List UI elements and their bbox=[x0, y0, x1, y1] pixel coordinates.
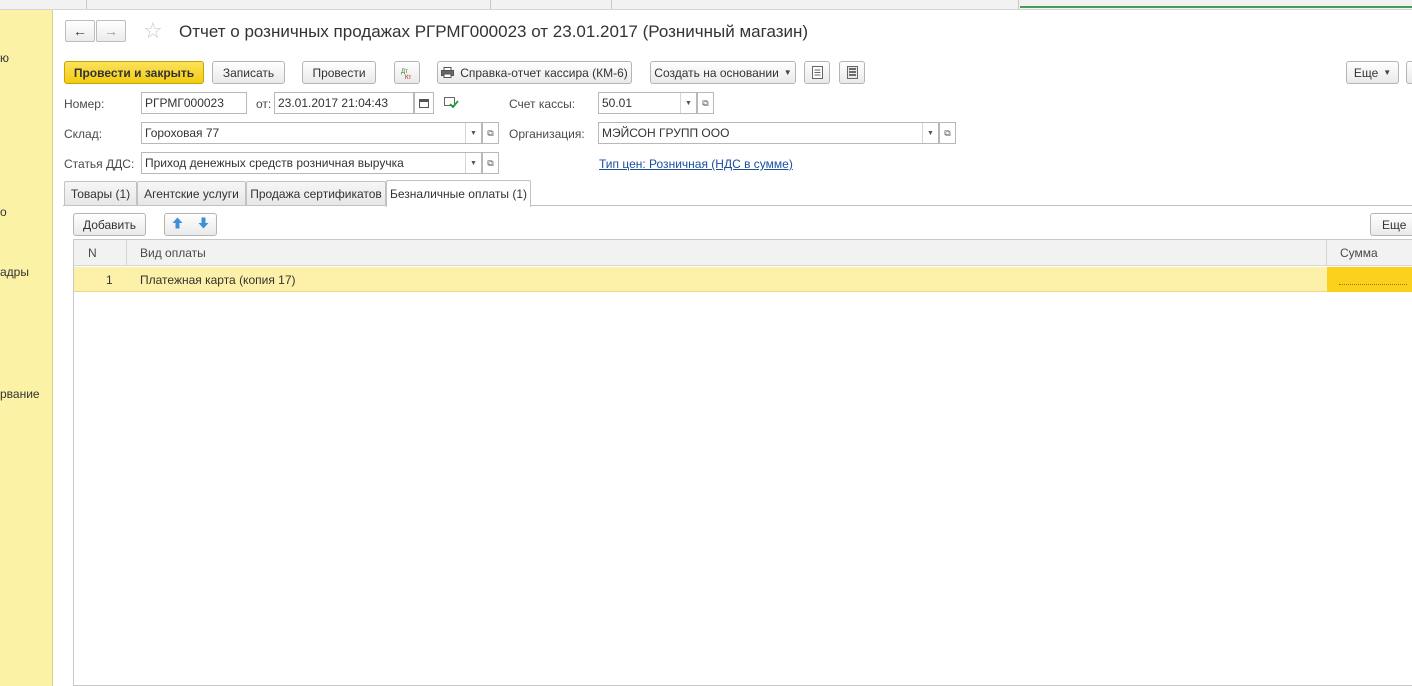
tab-separator bbox=[86, 0, 87, 9]
section-item[interactable]: адры bbox=[0, 265, 29, 279]
dds-value: Приход денежных средств розничная выручк… bbox=[145, 156, 404, 170]
table-row[interactable]: 1 Платежная карта (копия 17) bbox=[74, 267, 1412, 292]
create-based-on-label: Создать на основании bbox=[654, 65, 779, 80]
move-buttons-group bbox=[164, 213, 217, 236]
number-field[interactable]: РГРМГ000023 bbox=[141, 92, 247, 114]
open-dds-button[interactable]: ⧉ bbox=[482, 152, 499, 174]
active-tab-indicator bbox=[1020, 6, 1412, 8]
dt-kt-button[interactable]: Дт Кт bbox=[394, 61, 420, 84]
column-separator bbox=[126, 240, 127, 266]
move-up-button[interactable] bbox=[172, 217, 183, 232]
tab-goods[interactable]: Товары (1) bbox=[64, 181, 137, 206]
table-more-button[interactable]: Еще bbox=[1370, 213, 1412, 236]
date-label: от: bbox=[256, 97, 272, 111]
more-button[interactable]: Еще ▼ bbox=[1346, 61, 1399, 84]
document-structure-button[interactable] bbox=[804, 61, 830, 84]
open-cash-account-button[interactable]: ⧉ bbox=[697, 92, 714, 114]
open-organization-button[interactable]: ⧉ bbox=[939, 122, 956, 144]
tab-divider bbox=[63, 205, 1412, 206]
section-item[interactable]: ю bbox=[0, 51, 9, 65]
arrow-up-icon bbox=[172, 217, 183, 229]
panel-edge-button[interactable] bbox=[1406, 61, 1412, 84]
tab-separator bbox=[611, 0, 612, 9]
dds-field[interactable]: Приход денежных средств розничная выручк… bbox=[141, 152, 482, 174]
open-icon: ⧉ bbox=[487, 157, 494, 168]
arrow-left-icon: ← bbox=[73, 23, 87, 39]
organization-field[interactable]: МЭЙСОН ГРУПП ООО ▼ bbox=[598, 122, 939, 144]
price-type-link[interactable]: Тип цен: Розничная (НДС в сумме) bbox=[599, 157, 793, 171]
chevron-down-icon: ▼ bbox=[1383, 68, 1392, 77]
cash-account-value: 50.01 bbox=[602, 96, 633, 110]
warehouse-field[interactable]: Гороховая 77 ▼ bbox=[141, 122, 482, 144]
svg-text:Кт: Кт bbox=[405, 75, 411, 80]
tab-certificate-sales[interactable]: Продажа сертификатов bbox=[246, 181, 386, 206]
open-warehouse-button[interactable]: ⧉ bbox=[482, 122, 499, 144]
chevron-down-icon[interactable]: ▼ bbox=[465, 123, 481, 143]
calendar-icon bbox=[419, 98, 429, 108]
open-icon: ⧉ bbox=[944, 127, 951, 138]
page-title: Отчет о розничных продажах РГРМГ000023 о… bbox=[179, 22, 809, 41]
top-tab-strip bbox=[0, 0, 1412, 10]
dt-kt-icon: Дт Кт bbox=[401, 69, 411, 80]
arrow-down-icon bbox=[198, 217, 209, 229]
document-icon bbox=[811, 66, 823, 79]
back-button[interactable]: ← bbox=[65, 20, 95, 42]
check-document-icon[interactable] bbox=[444, 96, 459, 112]
chevron-down-icon: ▼ bbox=[783, 68, 792, 77]
section-item[interactable]: о bbox=[0, 205, 7, 219]
warehouse-label: Склад: bbox=[64, 127, 103, 141]
list-icon bbox=[846, 66, 858, 79]
payment-type-cell[interactable]: Платежная карта (копия 17) bbox=[140, 267, 296, 292]
dds-label: Статья ДДС: bbox=[64, 157, 135, 171]
organization-label: Организация: bbox=[509, 127, 585, 141]
date-field[interactable]: 23.01.2017 21:04:43 bbox=[274, 92, 414, 114]
save-button[interactable]: Записать bbox=[212, 61, 285, 84]
arrow-right-icon: → bbox=[104, 23, 118, 39]
cash-account-label: Счет кассы: bbox=[509, 97, 576, 111]
sections-panel: ю о адры рвание bbox=[0, 10, 53, 686]
open-icon: ⧉ bbox=[702, 97, 709, 108]
calendar-button[interactable] bbox=[414, 92, 434, 114]
column-header-n[interactable]: N bbox=[88, 240, 97, 266]
chevron-down-icon[interactable]: ▼ bbox=[922, 123, 938, 143]
open-icon: ⧉ bbox=[487, 127, 494, 138]
column-header-amount[interactable]: Сумма bbox=[1340, 240, 1378, 266]
tab-cashless-payments[interactable]: Безналичные оплаты (1) bbox=[386, 180, 531, 207]
post-and-close-button[interactable]: Провести и закрыть bbox=[64, 61, 204, 84]
forward-button[interactable]: → bbox=[96, 20, 126, 42]
payments-table bbox=[73, 239, 1412, 686]
amount-cell[interactable] bbox=[1327, 267, 1412, 292]
create-based-on-button[interactable]: Создать на основании ▼ bbox=[650, 61, 796, 84]
move-down-button[interactable] bbox=[198, 217, 209, 232]
chevron-down-icon[interactable]: ▼ bbox=[680, 93, 696, 113]
section-item[interactable]: рвание bbox=[0, 387, 40, 401]
chevron-down-icon[interactable]: ▼ bbox=[465, 153, 481, 173]
report-button[interactable] bbox=[839, 61, 865, 84]
cash-account-field[interactable]: 50.01 ▼ bbox=[598, 92, 697, 114]
amount-input-underline bbox=[1339, 284, 1407, 285]
column-header-payment-type[interactable]: Вид оплаты bbox=[140, 240, 206, 266]
tab-separator bbox=[490, 0, 491, 9]
organization-value: МЭЙСОН ГРУПП ООО bbox=[602, 126, 730, 140]
cashier-report-label: Справка-отчет кассира (КМ-6) bbox=[460, 65, 628, 80]
table-header: N Вид оплаты Сумма bbox=[74, 240, 1412, 266]
number-label: Номер: bbox=[64, 97, 105, 111]
add-button[interactable]: Добавить bbox=[73, 213, 146, 236]
cashier-report-button[interactable]: Справка-отчет кассира (КМ-6) bbox=[437, 61, 632, 84]
warehouse-value: Гороховая 77 bbox=[145, 126, 220, 140]
tab-agent-services[interactable]: Агентские услуги bbox=[137, 181, 246, 206]
row-number-cell: 1 bbox=[106, 272, 113, 287]
column-separator bbox=[1326, 240, 1327, 266]
tab-separator bbox=[1018, 0, 1019, 9]
star-icon[interactable]: ☆ bbox=[143, 20, 163, 42]
post-button[interactable]: Провести bbox=[302, 61, 376, 84]
more-label: Еще bbox=[1353, 65, 1379, 80]
printer-icon bbox=[441, 67, 455, 78]
